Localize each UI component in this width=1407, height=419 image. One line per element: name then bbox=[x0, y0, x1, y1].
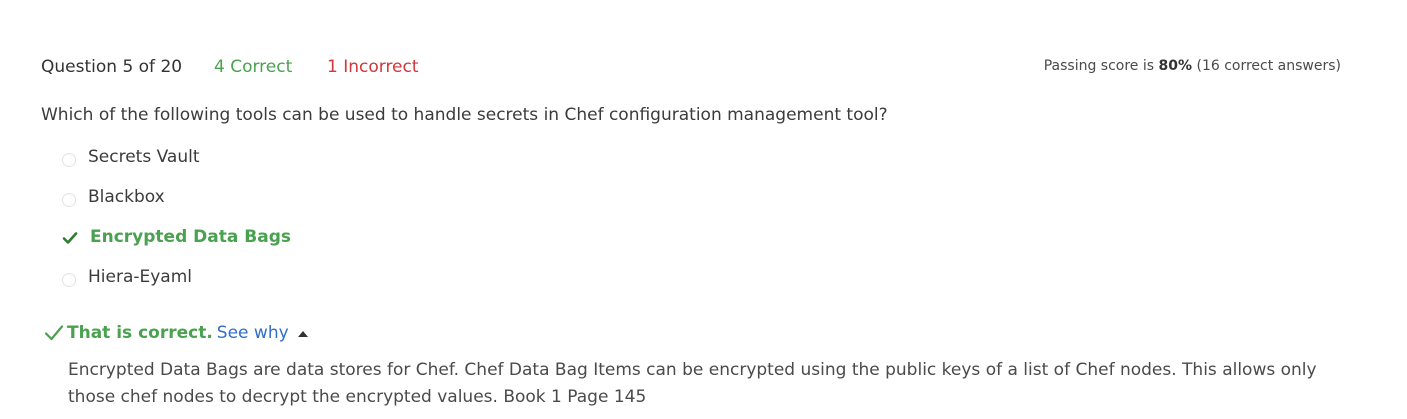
passing-score: Passing score is 80% (16 correct answers… bbox=[1044, 58, 1341, 74]
checkmark-icon bbox=[44, 325, 64, 341]
radio-icon[interactable] bbox=[62, 273, 76, 287]
passing-score-suffix: (16 correct answers) bbox=[1192, 58, 1341, 74]
feedback-result: That is correct. bbox=[67, 323, 213, 343]
answer-option-label: Secrets Vault bbox=[88, 147, 200, 167]
answer-option-label: Encrypted Data Bags bbox=[90, 227, 291, 247]
incorrect-count: 1 Incorrect bbox=[327, 57, 419, 77]
passing-score-prefix: Passing score is bbox=[1043, 58, 1159, 74]
checkmark-icon bbox=[62, 232, 78, 244]
caret-up-icon[interactable] bbox=[297, 330, 308, 337]
explanation-text: Encrypted Data Bags are data stores for … bbox=[68, 360, 1317, 407]
answer-option[interactable]: Secrets Vault bbox=[62, 145, 291, 185]
question-counter: Question 5 of 20 bbox=[41, 57, 183, 77]
passing-score-percent: 80% bbox=[1158, 58, 1193, 74]
answer-option-label: Hiera-Eyaml bbox=[88, 267, 193, 287]
quiz-header: Question 5 of 20 4 Correct 1 Incorrect P… bbox=[41, 57, 1341, 81]
answer-option-selected[interactable]: Encrypted Data Bags bbox=[62, 225, 291, 265]
answer-option-label: Blackbox bbox=[88, 187, 165, 207]
answer-option[interactable]: Blackbox bbox=[62, 185, 291, 225]
answer-options: Secrets Vault Blackbox Encrypted Data Ba… bbox=[62, 145, 291, 305]
see-why-link[interactable]: See why bbox=[217, 323, 289, 343]
radio-icon[interactable] bbox=[62, 153, 76, 167]
correct-count: 4 Correct bbox=[214, 57, 293, 77]
feedback-banner: That is correct. See why bbox=[44, 323, 308, 343]
answer-option[interactable]: Hiera-Eyaml bbox=[62, 265, 291, 305]
radio-icon[interactable] bbox=[62, 193, 76, 207]
question-text: Which of the following tools can be used… bbox=[41, 105, 888, 125]
